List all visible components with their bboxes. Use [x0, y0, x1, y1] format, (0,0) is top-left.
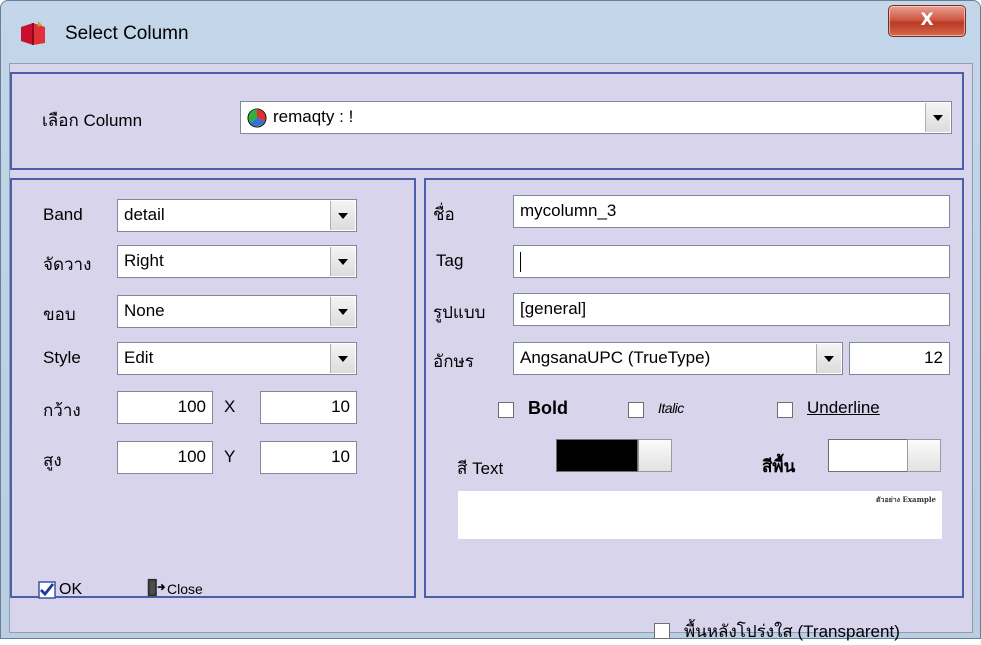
- style-label: Style: [43, 348, 81, 367]
- close-button[interactable]: Close: [145, 578, 235, 602]
- font-preview-text: ตัวอย่าง Example: [875, 495, 936, 504]
- font-dropdown[interactable]: AngsanaUPC (TrueType): [513, 342, 843, 375]
- bold-label[interactable]: Bold: [528, 398, 568, 419]
- chevron-down-icon[interactable]: [816, 344, 841, 373]
- text-cursor: [520, 251, 521, 272]
- transparent-label[interactable]: พื้นหลังโปร่งใส (Transparent): [684, 618, 900, 645]
- chevron-down-icon[interactable]: [330, 297, 355, 326]
- italic-label[interactable]: Italic: [658, 400, 684, 416]
- x-label: X: [224, 397, 236, 416]
- name-input[interactable]: mycolumn_3: [513, 195, 950, 228]
- transparent-checkbox[interactable]: [654, 623, 670, 639]
- italic-checkbox[interactable]: [628, 402, 644, 418]
- name-label: ชื่อ: [433, 205, 455, 224]
- align-value: Right: [124, 251, 164, 270]
- y-input[interactable]: 10: [260, 441, 357, 474]
- align-dropdown[interactable]: Right: [117, 245, 357, 278]
- chevron-down-icon[interactable]: [925, 103, 950, 132]
- bold-checkbox[interactable]: [498, 402, 514, 418]
- width-label: กว้าง: [43, 401, 81, 420]
- align-label: จัดวาง: [43, 255, 92, 274]
- width-input[interactable]: 100: [117, 391, 213, 424]
- border-dropdown[interactable]: None: [117, 295, 357, 328]
- text-color-picker-button[interactable]: [638, 439, 672, 472]
- bg-color-picker-button[interactable]: [907, 439, 941, 472]
- font-value: AngsanaUPC (TrueType): [520, 348, 711, 367]
- text-color-label: สี Text: [457, 459, 504, 478]
- close-icon: X: [920, 10, 934, 30]
- title-bar[interactable]: Select Column X: [1, 1, 980, 63]
- close-window-button[interactable]: X: [888, 5, 966, 37]
- underline-label[interactable]: Underline: [807, 398, 880, 418]
- y-label: Y: [224, 447, 236, 466]
- column-select-dropdown[interactable]: remaqty : !: [240, 101, 952, 134]
- chevron-down-icon[interactable]: [330, 201, 355, 230]
- window-title: Select Column: [65, 23, 189, 44]
- chevron-down-icon[interactable]: [330, 247, 355, 276]
- exit-door-icon: [147, 578, 165, 597]
- font-preview-box: ตัวอย่าง Example: [458, 491, 942, 539]
- style-dropdown[interactable]: Edit: [117, 342, 357, 375]
- chevron-down-icon[interactable]: [330, 344, 355, 373]
- underline-checkbox[interactable]: [777, 402, 793, 418]
- height-input[interactable]: 100: [117, 441, 213, 474]
- style-value: Edit: [124, 348, 154, 367]
- band-label: Band: [43, 205, 83, 224]
- checkmark-icon: [38, 581, 56, 599]
- text-color-swatch[interactable]: [556, 439, 638, 472]
- column-select-value: remaqty : !: [273, 107, 354, 126]
- bg-color-label: สีพื้น: [762, 457, 796, 476]
- column-select-label: เลือก Column: [42, 111, 143, 130]
- tag-input[interactable]: [513, 245, 950, 278]
- format-label: รูปแบบ: [433, 303, 486, 322]
- border-value: None: [124, 301, 165, 320]
- app-icon: [21, 21, 45, 45]
- band-value: detail: [124, 205, 165, 224]
- band-dropdown[interactable]: detail: [117, 199, 357, 232]
- close-label: Close: [167, 581, 203, 597]
- tag-label: Tag: [436, 251, 464, 270]
- height-label: สูง: [43, 451, 62, 470]
- dialog-client-area: เลือก Column remaqty : ! Band detail จัด…: [9, 63, 973, 641]
- ok-label: OK: [59, 581, 83, 598]
- bg-color-swatch[interactable]: [828, 439, 908, 472]
- font-label: อักษร: [433, 352, 474, 371]
- layout-properties-group: [10, 178, 416, 598]
- dialog-window: Select Column X เลือก Column remaqty : !…: [0, 0, 981, 641]
- column-color-icon: [247, 108, 267, 128]
- x-input[interactable]: 10: [260, 391, 357, 424]
- font-size-input[interactable]: 12: [849, 342, 950, 375]
- border-label: ขอบ: [43, 305, 76, 324]
- format-input[interactable]: [general]: [513, 293, 950, 326]
